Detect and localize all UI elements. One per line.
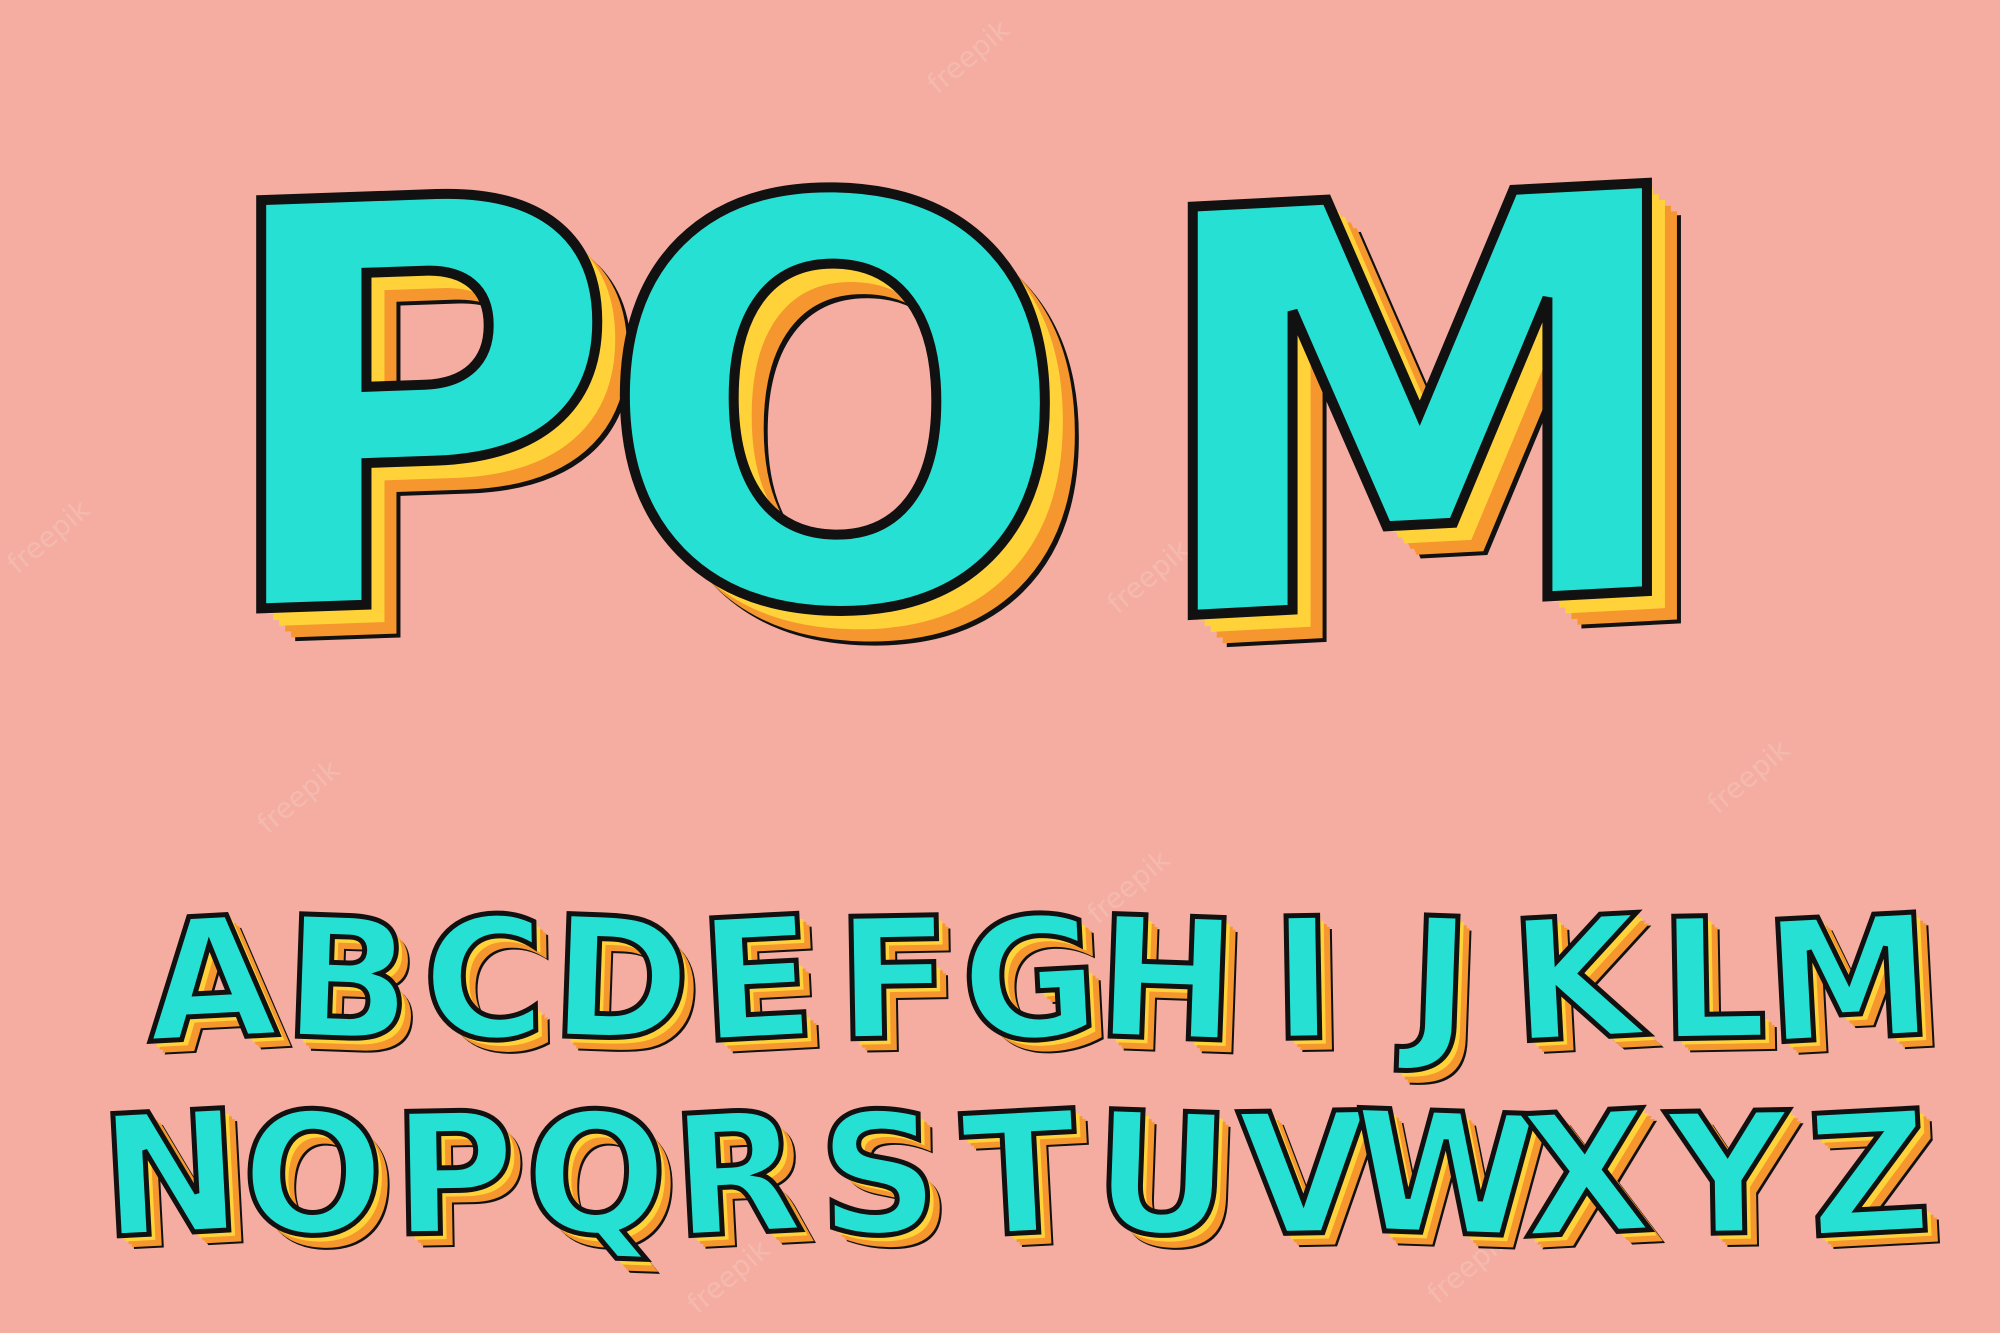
watermark: freepik (250, 752, 347, 841)
glyph-c: C (418, 878, 550, 1081)
alphabet-row-1: A B C D E F G H I J K L M (138, 875, 1940, 1084)
hero-letter-o: O (592, 75, 1078, 745)
glyph-q: Q (518, 1072, 673, 1278)
glyph-u: U (1087, 1072, 1235, 1278)
glyph-a: A (138, 876, 283, 1084)
glyph-x: X (1514, 1071, 1659, 1279)
glyph-w: W (1346, 1071, 1543, 1278)
glyph-h: H (1090, 877, 1242, 1083)
glyph-b: B (278, 877, 418, 1082)
glyph-y: Y (1662, 1073, 1792, 1276)
glyph-g: G (954, 876, 1107, 1084)
glyph-i: I (1268, 879, 1339, 1081)
poster-canvas: freepik freepik freepik freepik freepik … (0, 0, 2000, 1333)
watermark: freepik (0, 492, 97, 581)
glyph-v: V (1234, 1073, 1372, 1276)
glyph-p: P (388, 1073, 520, 1276)
glyph-t: T (955, 1072, 1085, 1279)
glyph-r: R (665, 1071, 809, 1279)
glyph-z: Z (1801, 1071, 1938, 1278)
hero-letter-p: P (205, 72, 625, 748)
glyph-e: E (692, 877, 822, 1084)
glyph-s: S (814, 1073, 943, 1276)
glyph-d: D (545, 877, 696, 1083)
glyph-k: K (1503, 876, 1648, 1084)
glyph-f: F (832, 879, 955, 1082)
glyph-n: N (93, 1071, 249, 1279)
glyph-l: L (1655, 879, 1770, 1082)
glyph-m: M (1758, 875, 1940, 1084)
glyph-o: O (235, 1072, 390, 1278)
hero-word: P O M (180, 64, 1840, 755)
alphabet-row-2: N O P Q R S T U V W X Y Z (93, 1071, 1937, 1279)
watermark: freepik (1700, 732, 1797, 821)
hero-letter-m: M (1136, 64, 1703, 755)
glyph-j: J (1402, 878, 1476, 1081)
